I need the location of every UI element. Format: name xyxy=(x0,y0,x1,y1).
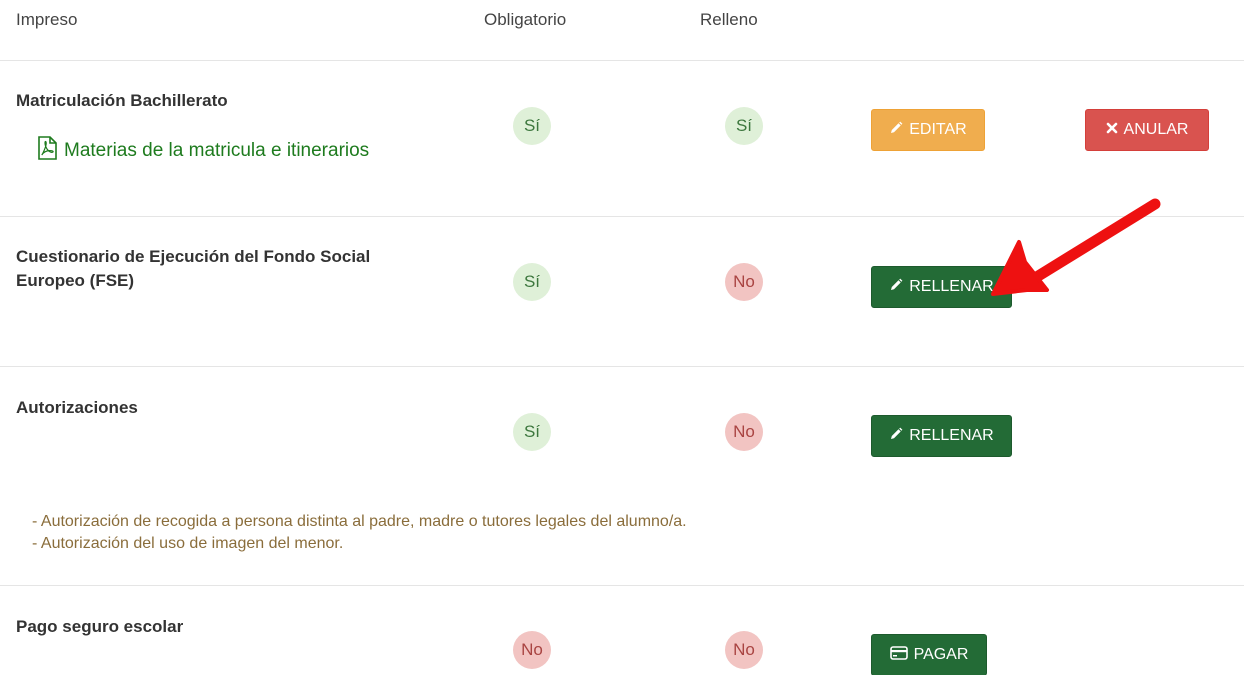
row-divider xyxy=(0,366,1244,367)
obligatorio-badge: Sí xyxy=(513,107,551,145)
pencil-icon xyxy=(889,427,903,446)
edit-button-label: EDITAR xyxy=(909,121,967,138)
obligatorio-badge: Sí xyxy=(513,263,551,301)
relleno-badge: Sí xyxy=(725,107,763,145)
pencil-icon xyxy=(889,121,903,140)
forms-page: Impreso Obligatorio Relleno Matriculació… xyxy=(0,0,1244,675)
table-header: Impreso Obligatorio Relleno xyxy=(0,0,1244,61)
row-title: Autorizaciones xyxy=(16,398,138,417)
row-title: Pago seguro escolar xyxy=(16,617,184,636)
fill-button-label: RELLENAR xyxy=(909,427,994,444)
authorization-note: - Autorización de recogida a persona dis… xyxy=(32,513,687,530)
fill-button[interactable]: RELLENAR xyxy=(871,415,1012,457)
fill-button-label: RELLENAR xyxy=(909,278,994,295)
relleno-badge: No xyxy=(725,631,763,669)
pdf-document-link[interactable]: Materias de la matricula e itinerarios xyxy=(36,136,369,166)
close-icon xyxy=(1106,121,1118,139)
relleno-badge: No xyxy=(725,263,763,301)
relleno-badge: No xyxy=(725,413,763,451)
row-title: Matriculación Bachillerato xyxy=(16,91,228,110)
pay-button-label: PAGAR xyxy=(913,646,969,663)
cancel-button[interactable]: ANULAR xyxy=(1085,109,1209,151)
edit-button[interactable]: EDITAR xyxy=(871,109,985,151)
authorization-note: - Autorización del uso de imagen del men… xyxy=(32,535,344,552)
column-header-relleno: Relleno xyxy=(700,10,758,29)
pdf-link-label: Materias de la matricula e itinerarios xyxy=(64,140,370,161)
obligatorio-badge: Sí xyxy=(513,413,551,451)
row-title: Cuestionario de Ejecución del Fondo Soci… xyxy=(16,247,371,290)
obligatorio-badge: No xyxy=(513,631,551,669)
pdf-file-icon xyxy=(36,136,58,166)
column-header-impreso: Impreso xyxy=(16,10,78,29)
row-divider xyxy=(0,585,1244,586)
credit-card-icon xyxy=(889,645,908,665)
red-arrow-icon xyxy=(991,198,1161,296)
pay-button[interactable]: PAGAR xyxy=(871,634,987,675)
cancel-button-label: ANULAR xyxy=(1123,121,1189,138)
pencil-icon xyxy=(889,278,903,297)
column-header-obligatorio: Obligatorio xyxy=(484,10,567,29)
